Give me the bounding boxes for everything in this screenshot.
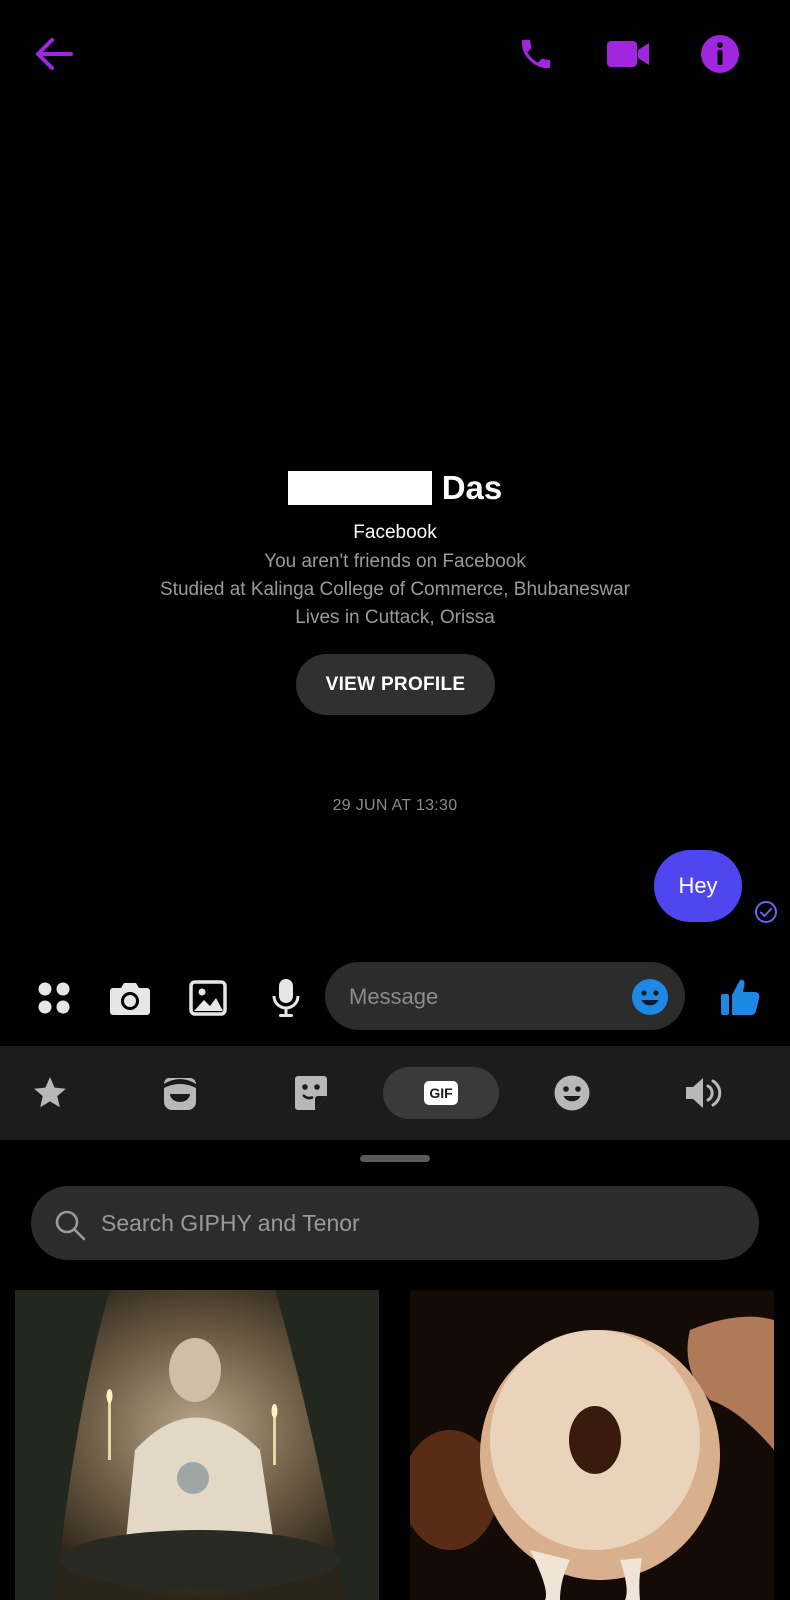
tab-avatar-stickers[interactable] (162, 1074, 198, 1112)
tray-drag-handle[interactable] (360, 1155, 430, 1162)
star-icon (34, 1077, 66, 1108)
video-call-button[interactable] (602, 32, 654, 76)
emoji-icon (632, 979, 668, 1015)
gif-result-donut[interactable] (410, 1290, 774, 1600)
voice-call-button[interactable] (512, 32, 560, 76)
redacted-first-name (287, 471, 432, 505)
gif-fortune-teller-image (15, 1290, 379, 1600)
arrow-left-icon (36, 38, 73, 70)
gif-search-placeholder: Search GIPHY and Tenor (101, 1210, 360, 1236)
gif-result-fortune-teller[interactable] (15, 1290, 379, 1600)
sticker-icon (295, 1076, 327, 1110)
camera-button[interactable] (106, 976, 154, 1020)
contact-name: Das (0, 468, 790, 508)
tab-gif[interactable]: GIF (383, 1067, 499, 1119)
smiley-icon (554, 1075, 590, 1111)
phone-icon (521, 39, 551, 69)
like-button[interactable] (714, 972, 766, 1022)
contact-surname: Das (441, 469, 503, 506)
tab-emoji[interactable] (553, 1074, 591, 1112)
message-timestamp: 29 JUN AT 13:30 (332, 797, 458, 814)
avatar-sticker-icon (163, 1078, 196, 1110)
message-input[interactable]: Message (325, 962, 685, 1030)
sent-check-icon (754, 900, 778, 924)
tab-sound[interactable] (683, 1074, 723, 1112)
gallery-icon (189, 980, 227, 1016)
microphone-icon (272, 979, 300, 1017)
voice-message-button[interactable] (262, 974, 310, 1022)
friend-status: You aren't friends on Facebook (264, 551, 526, 572)
contact-platform: Facebook (353, 522, 437, 543)
tab-favorites[interactable] (31, 1074, 69, 1112)
gif-donut-image (410, 1290, 774, 1600)
gallery-button[interactable] (184, 976, 232, 1020)
back-button[interactable] (30, 32, 78, 76)
tray-tab-bar: GIF (0, 1046, 790, 1140)
apps-icon (38, 982, 70, 1014)
gif-search-input[interactable]: Search GIPHY and Tenor (31, 1186, 759, 1260)
emoji-button[interactable] (631, 978, 669, 1016)
contact-location: Lives in Cuttack, Orissa (295, 607, 495, 628)
contact-education: Studied at Kalinga College of Commerce, … (160, 579, 630, 600)
view-profile-button[interactable]: VIEW PROFILE (296, 654, 495, 715)
contact-profile: Das Facebook You aren't friends on Faceb… (0, 468, 790, 632)
more-actions-button[interactable] (30, 976, 78, 1020)
video-camera-icon (607, 41, 649, 67)
speaker-icon (686, 1078, 722, 1108)
message-placeholder: Message (349, 984, 439, 1009)
info-icon (701, 35, 739, 73)
gif-label: GIF (424, 1081, 458, 1105)
camera-icon (110, 983, 150, 1015)
thumbs-up-icon (721, 979, 760, 1015)
tab-stickers[interactable] (293, 1074, 329, 1112)
message-bubble[interactable]: Hey (654, 850, 742, 922)
search-icon (53, 1208, 87, 1242)
info-button[interactable] (696, 32, 744, 76)
